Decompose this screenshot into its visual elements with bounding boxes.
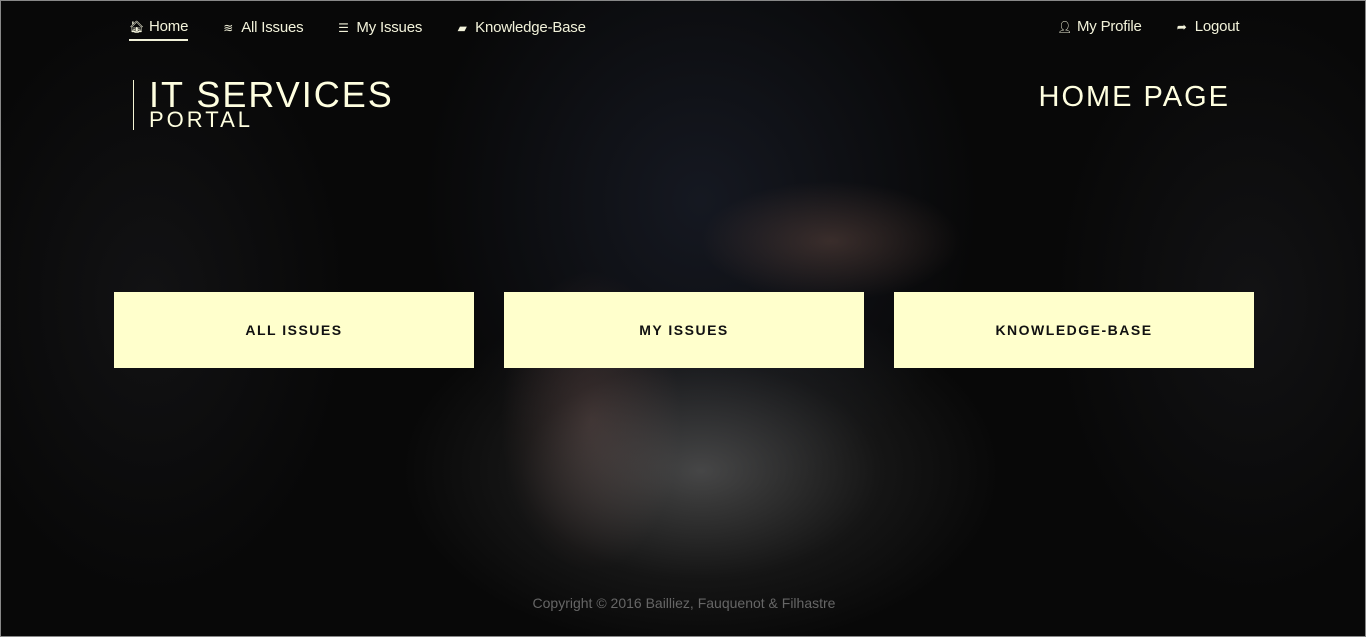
page-title: HOME PAGE [1038,81,1230,113]
nav-all-issues[interactable]: ≋ All Issues [221,18,303,41]
nav-label: Logout [1194,18,1240,35]
nav-knowledge-base[interactable]: ▰ Knowledge-Base [455,18,586,41]
home-icon: 🏠︎ [129,19,145,34]
tile-knowledge-base[interactable]: KNOWLEDGE-BASE [894,292,1254,368]
user-icon: 👤︎ [1057,19,1073,34]
brand-title: IT SERVICES [149,74,394,115]
nav-label: All Issues [241,19,304,36]
logout-icon: ➦ [1176,19,1187,34]
nav-home[interactable]: 🏠︎ Home [129,18,188,41]
brand-logo: IT SERVICES PORTAL [133,74,394,131]
tile-my-issues[interactable]: MY ISSUES [504,292,864,368]
footer-copyright: Copyright © 2016 Bailliez, Fauquenot & F… [532,595,836,611]
tile-all-issues[interactable]: ALL ISSUES [114,292,474,368]
main-nav: 🏠︎ Home ≋ All Issues ☰ My Issues ▰ Knowledge… [129,18,586,41]
nav-label: My Issues [356,19,423,36]
nav-label: Knowledge-Base [475,19,586,36]
nav-logout[interactable]: ➦ Logout [1175,18,1240,39]
nav-label: Home [149,18,189,35]
nav-my-issues[interactable]: ☰ My Issues [336,18,422,41]
nav-my-profile[interactable]: 👤︎ My Profile [1057,18,1142,39]
user-nav: 👤︎ My Profile ➦ Logout [1057,18,1240,39]
book-icon: ▰ [457,20,467,35]
list-icon: ☰ [338,20,349,35]
database-icon: ≋ [223,20,234,35]
nav-label: My Profile [1077,18,1142,35]
